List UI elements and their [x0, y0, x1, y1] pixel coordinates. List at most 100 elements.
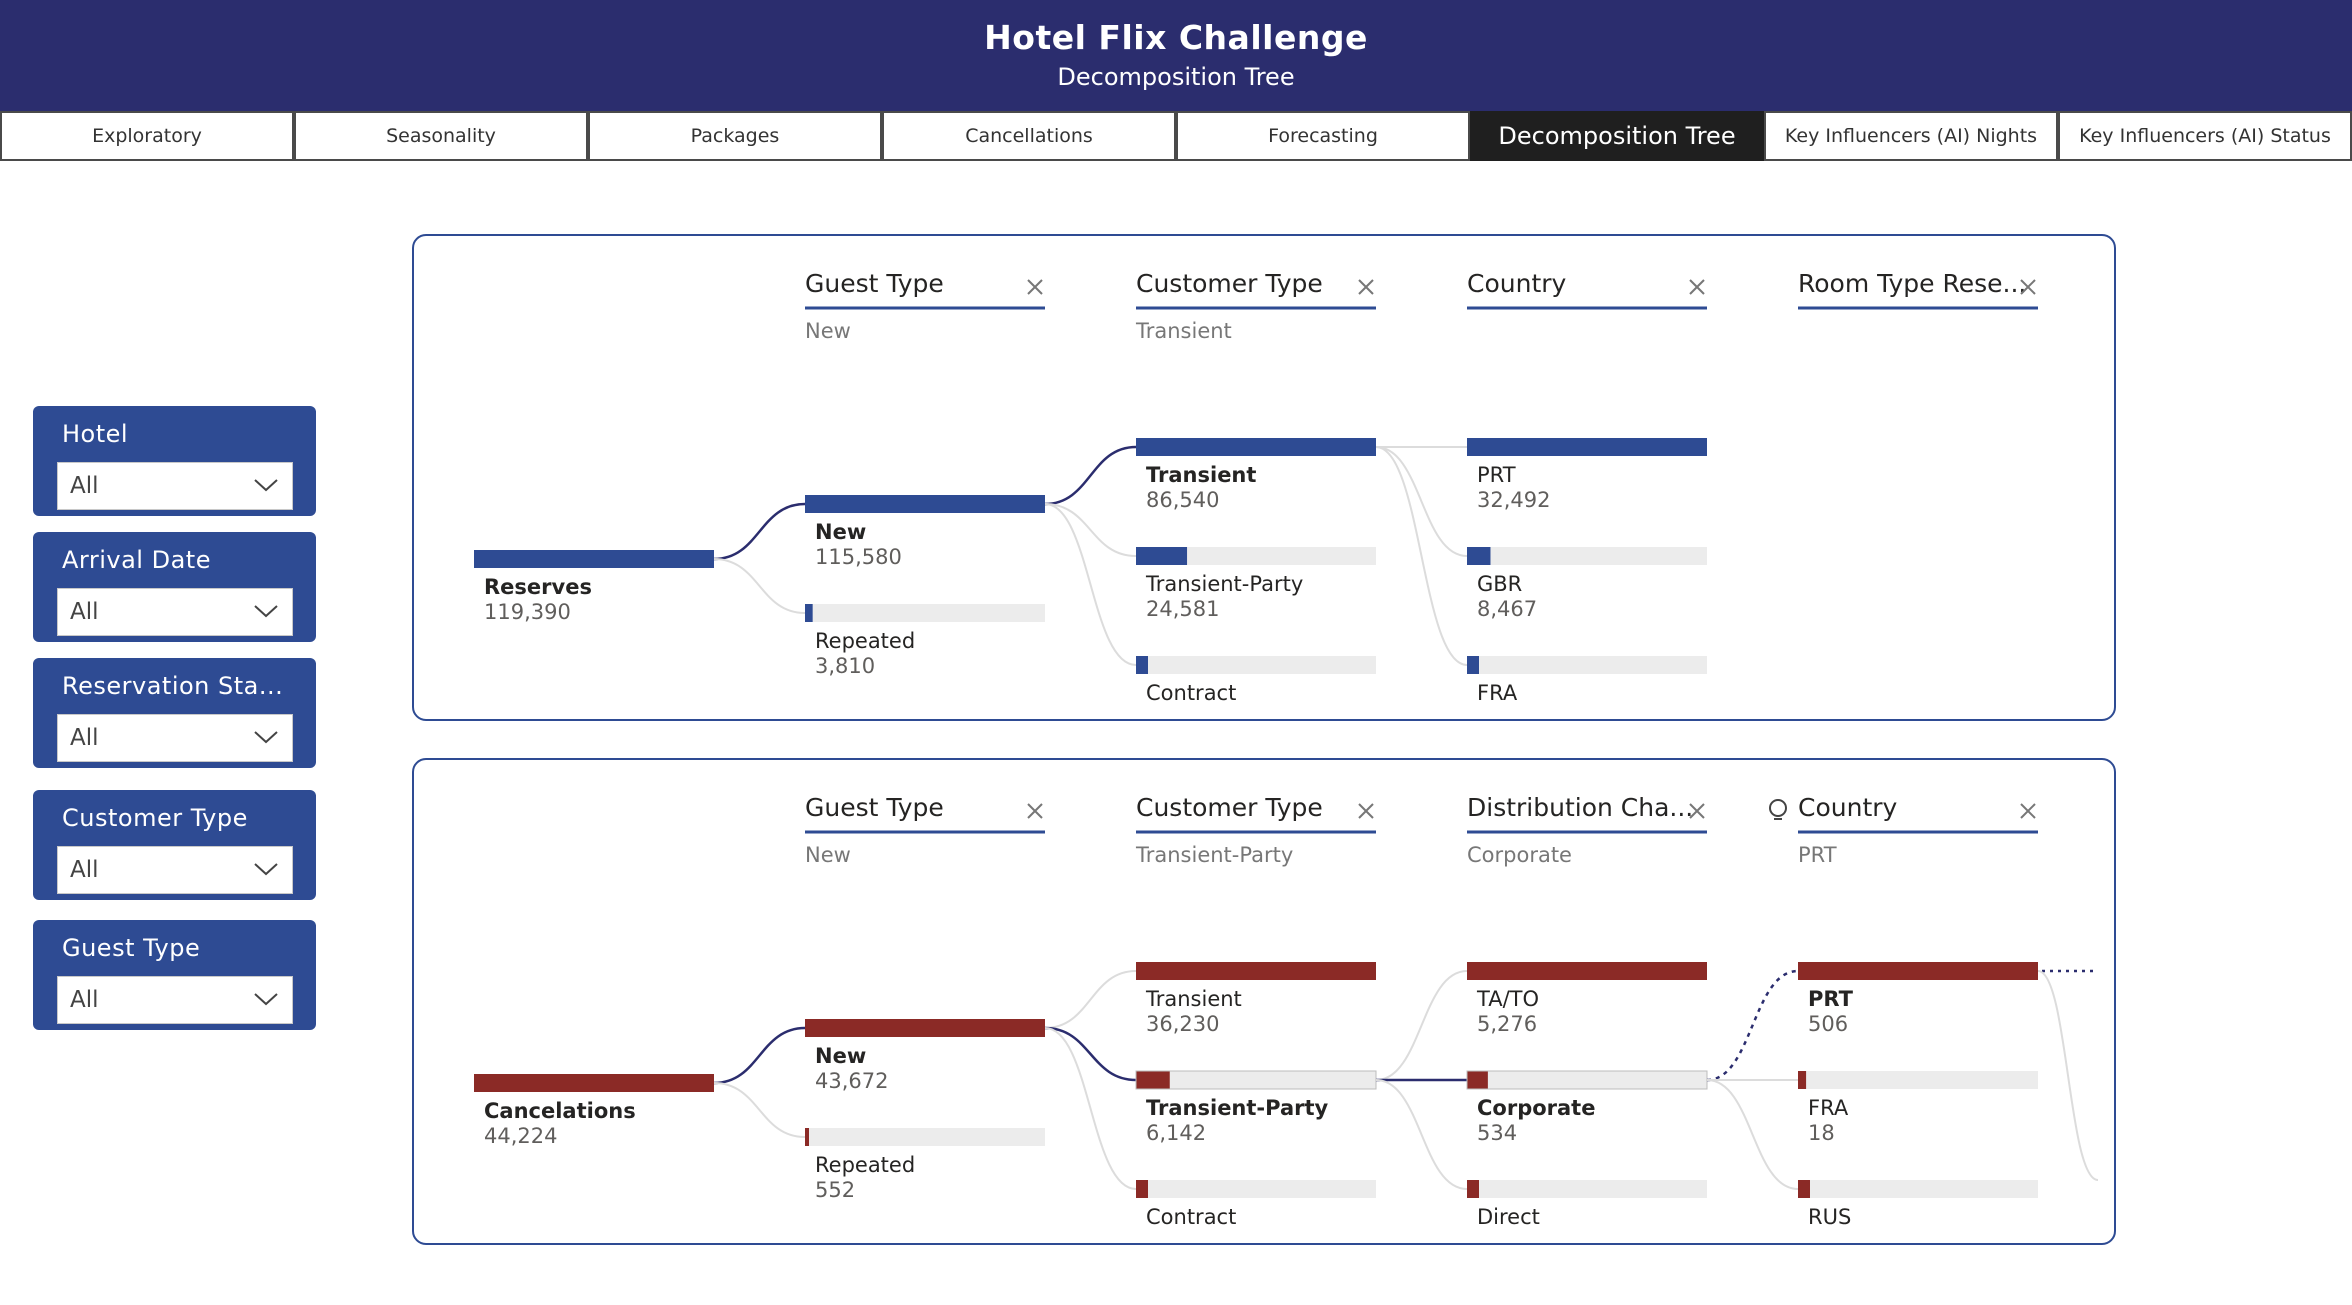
dropdown-value: All — [70, 599, 99, 625]
bar-rus[interactable] — [1798, 1180, 1810, 1198]
tab-packages[interactable]: Packages — [588, 111, 882, 161]
bar-repeated[interactable] — [805, 604, 813, 622]
bar-new[interactable] — [805, 1019, 1045, 1037]
bar-fra[interactable] — [1467, 656, 1479, 674]
node-label-repeated: Repeated — [815, 629, 915, 653]
dropdown-value: All — [70, 473, 99, 499]
node-value-repeated: 3,810 — [815, 654, 875, 678]
root-bar[interactable] — [474, 1074, 714, 1092]
level-selected-value: Transient-Party — [1135, 843, 1293, 867]
bar-ta-to[interactable] — [1467, 962, 1707, 980]
hotel-dropdown[interactable]: All — [57, 462, 293, 510]
tab-forecasting[interactable]: Forecasting — [1176, 111, 1470, 161]
bar-contract[interactable] — [1136, 1180, 1148, 1198]
connector-gbr — [1375, 446, 1468, 557]
decomposition-tree-reserves: Guest Type New Customer Type Transient Count… — [412, 234, 2116, 721]
bar-transient[interactable] — [1136, 962, 1376, 980]
arrival-date-dropdown[interactable]: All — [57, 588, 293, 636]
node-value-transient: 36,230 — [1146, 1012, 1219, 1036]
connector-direct — [1375, 1079, 1468, 1190]
bar-transient[interactable] — [1136, 438, 1376, 456]
node-label-fra: FRA — [1808, 1096, 1849, 1120]
close-icon[interactable] — [1027, 279, 1043, 295]
bar-prt[interactable] — [1798, 962, 2038, 980]
connector-repeated — [713, 1082, 806, 1138]
slicer-title: Guest Type — [62, 934, 201, 962]
dropdown-value: All — [70, 857, 99, 883]
bar-track — [1798, 1180, 2038, 1198]
tab-exploratory[interactable]: Exploratory — [0, 111, 294, 161]
node-label-gbr: GBR — [1477, 572, 1522, 596]
level-selected-value: New — [805, 319, 851, 343]
node-label-rus: RUS — [1808, 1205, 1851, 1229]
bar-prt[interactable] — [1467, 438, 1707, 456]
root-bar[interactable] — [474, 550, 714, 568]
node-label-direct: Direct — [1477, 1205, 1540, 1229]
reservation-status-dropdown[interactable]: All — [57, 714, 293, 762]
report-subtitle: Decomposition Tree — [1057, 63, 1295, 91]
tab-key-influencers-nights[interactable]: Key Influencers (AI) Nights — [1764, 111, 2058, 161]
connector-repeated — [713, 558, 806, 614]
bar-direct[interactable] — [1467, 1180, 1479, 1198]
tab-seasonality[interactable]: Seasonality — [294, 111, 588, 161]
close-icon[interactable] — [1689, 279, 1705, 295]
node-label-fra: FRA — [1477, 681, 1518, 705]
bar-fra[interactable] — [1798, 1071, 1807, 1089]
bar-track — [1467, 1180, 1707, 1198]
level-header-room-type-rese[interactable]: Room Type Rese... — [1798, 269, 2026, 298]
level-header-customer-type[interactable]: Customer Type — [1136, 793, 1323, 822]
bar-track — [1136, 656, 1376, 674]
node-label-transient-party: Transient-Party — [1145, 572, 1303, 596]
level-header-country[interactable]: Country — [1798, 793, 1898, 822]
node-value-corporate: 534 — [1477, 1121, 1517, 1145]
chevron-down-icon — [254, 731, 278, 744]
node-label-transient: Transient — [1146, 463, 1256, 487]
tab-key-influencers-status[interactable]: Key Influencers (AI) Status — [2058, 111, 2352, 161]
bar-new[interactable] — [805, 495, 1045, 513]
connector-contract — [1044, 503, 1137, 666]
root-label: Reserves — [484, 575, 592, 599]
node-label-repeated: Repeated — [815, 1153, 915, 1177]
guest-type-dropdown[interactable]: All — [57, 976, 293, 1024]
chevron-down-icon — [254, 993, 278, 1006]
root-value: 44,224 — [484, 1124, 557, 1148]
node-label-corporate: Corporate — [1477, 1096, 1595, 1120]
connector-transient — [1044, 970, 1137, 1029]
report-header: Hotel Flix Challenge Decomposition Tree — [0, 0, 2352, 111]
slicer-title: Arrival Date — [62, 546, 211, 574]
bar-repeated[interactable] — [805, 1128, 809, 1146]
tab-cancellations[interactable]: Cancellations — [882, 111, 1176, 161]
slicer-guest-type: Guest Type All — [33, 920, 316, 1030]
tab-decomposition-tree[interactable]: Decomposition Tree — [1470, 111, 1764, 161]
connector-new — [713, 502, 806, 561]
level-header-guest-type[interactable]: Guest Type — [805, 793, 944, 822]
slicer-title: Reservation Sta... — [62, 672, 284, 700]
bar-transient-party[interactable] — [1136, 547, 1188, 565]
bar-track — [1467, 547, 1707, 565]
level-header-guest-type[interactable]: Guest Type — [805, 269, 944, 298]
node-value-transient-party: 6,142 — [1146, 1121, 1206, 1145]
node-label-contract: Contract — [1146, 681, 1236, 705]
bar-corporate[interactable] — [1467, 1071, 1488, 1089]
level-header-country[interactable]: Country — [1467, 269, 1567, 298]
bar-track — [1798, 1071, 2038, 1089]
connector-new — [713, 1026, 806, 1085]
bar-gbr[interactable] — [1467, 547, 1491, 565]
slicer-hotel: Hotel All — [33, 406, 316, 516]
connector-fra — [1375, 446, 1468, 666]
node-label-new: New — [815, 1044, 866, 1068]
bar-track — [805, 604, 1045, 622]
node-value-ta-to: 5,276 — [1477, 1012, 1537, 1036]
node-label-ta-to: TA/TO — [1476, 987, 1539, 1011]
level-header-customer-type[interactable]: Customer Type — [1136, 269, 1323, 298]
node-label-prt: PRT — [1808, 987, 1854, 1011]
bar-contract[interactable] — [1136, 656, 1148, 674]
close-icon[interactable] — [1358, 803, 1374, 819]
level-header-distribution-cha[interactable]: Distribution Cha... — [1467, 793, 1693, 822]
close-icon[interactable] — [2020, 803, 2036, 819]
close-icon[interactable] — [1358, 279, 1374, 295]
node-label-transient-party: Transient-Party — [1146, 1096, 1329, 1120]
customer-type-dropdown[interactable]: All — [57, 846, 293, 894]
bar-transient-party[interactable] — [1136, 1071, 1170, 1089]
close-icon[interactable] — [1027, 803, 1043, 819]
